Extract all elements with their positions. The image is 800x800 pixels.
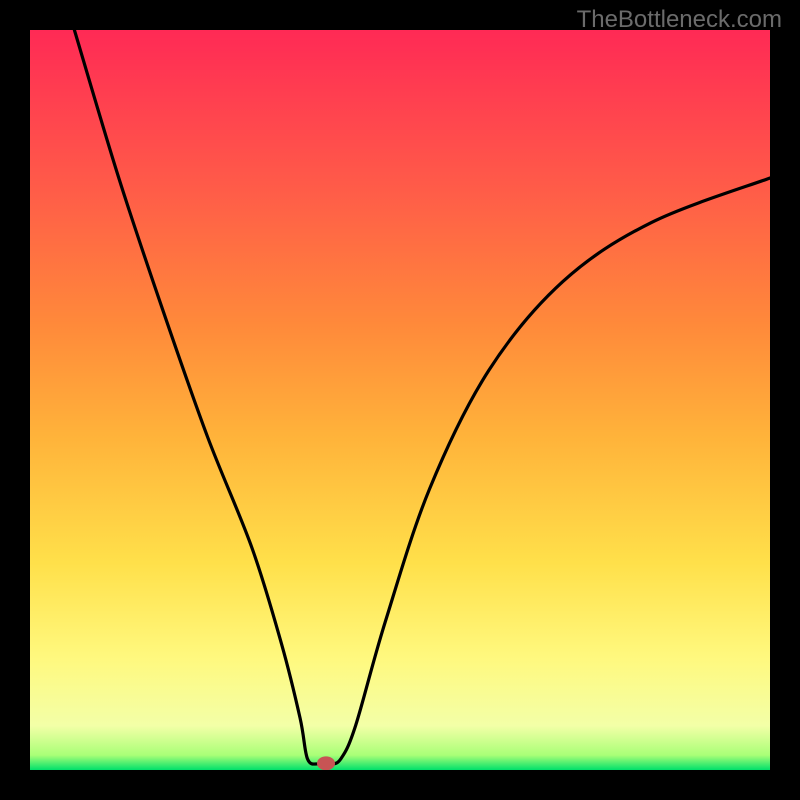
- optimal-point-marker: [317, 756, 335, 770]
- bottleneck-curve-chart: [30, 30, 770, 770]
- chart-frame: [30, 30, 770, 770]
- gradient-background: [30, 30, 770, 770]
- watermark-text: TheBottleneck.com: [577, 6, 782, 34]
